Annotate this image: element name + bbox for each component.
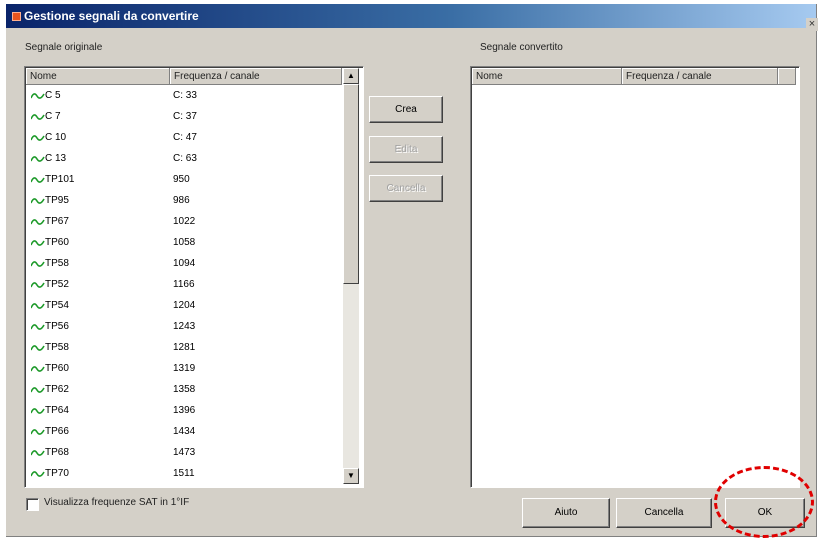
- scroll-thumb[interactable]: [343, 84, 359, 284]
- list-item[interactable]: TP66 1434: [27, 423, 341, 441]
- column-header-name[interactable]: Nome: [26, 68, 170, 85]
- signal-frequency: 1473: [173, 447, 196, 458]
- list-item[interactable]: TP64 1396: [27, 402, 341, 420]
- signal-frequency: 1204: [173, 300, 196, 311]
- signal-name: TP64: [45, 405, 69, 416]
- signal-name: TP67: [45, 216, 69, 227]
- column-header-frequency[interactable]: Frequenza / canale: [170, 68, 342, 85]
- dialog-window: Gestione segnali da convertire × Segnale…: [6, 4, 818, 537]
- signal-name: TP58: [45, 258, 69, 269]
- column-header-filler: [778, 68, 796, 85]
- signal-name: C 10: [45, 132, 67, 143]
- ok-button[interactable]: OK: [725, 498, 805, 528]
- signal-frequency: C: 47: [173, 132, 197, 143]
- scroll-up-button[interactable]: ▲: [343, 68, 359, 84]
- vertical-scrollbar[interactable]: ▲ ▼: [343, 68, 359, 484]
- signal-frequency: 1166: [173, 279, 195, 290]
- cancel-button[interactable]: Cancella: [616, 498, 712, 528]
- list-item[interactable]: TP56 1243: [27, 318, 341, 336]
- list-item[interactable]: TP70 1511: [27, 465, 341, 483]
- signal-name: TP52: [45, 279, 69, 290]
- delete-button[interactable]: Cancella: [369, 175, 443, 202]
- signal-name: TP54: [45, 300, 69, 311]
- sat-frequency-label: Visualizza frequenze SAT in 1°IF: [44, 497, 190, 508]
- signal-name: TP62: [45, 384, 69, 395]
- list-item[interactable]: C 13 C: 63: [27, 150, 341, 168]
- signal-name: TP70: [45, 468, 69, 479]
- list-item[interactable]: TP101 950: [27, 171, 341, 189]
- window-title: Gestione segnali da convertire: [24, 9, 199, 23]
- signal-frequency: 1281: [173, 342, 196, 353]
- signal-frequency: 1511: [173, 468, 195, 479]
- help-button[interactable]: Aiuto: [522, 498, 610, 528]
- close-button[interactable]: ×: [806, 18, 818, 31]
- sat-frequency-checkbox[interactable]: [26, 498, 39, 511]
- signal-name: C 13: [45, 153, 67, 164]
- converted-signal-label: Segnale convertito: [480, 42, 563, 53]
- signal-frequency: 1358: [173, 384, 196, 395]
- list-item[interactable]: TP58 1094: [27, 255, 341, 273]
- create-button[interactable]: Crea: [369, 96, 443, 123]
- list-item[interactable]: TP58 1281: [27, 339, 341, 357]
- signal-frequency: C: 37: [173, 111, 197, 122]
- signal-name: TP58: [45, 342, 69, 353]
- signal-name: TP66: [45, 426, 69, 437]
- signal-name: TP68: [45, 447, 69, 458]
- list-item[interactable]: C 7 C: 37: [27, 108, 341, 126]
- list-item[interactable]: TP60 1058: [27, 234, 341, 252]
- column-header-frequency[interactable]: Frequenza / canale: [622, 68, 778, 85]
- signal-name: TP60: [45, 363, 69, 374]
- list-item[interactable]: C 10 C: 47: [27, 129, 341, 147]
- list-item[interactable]: TP60 1319: [27, 360, 341, 378]
- signal-frequency: 986: [173, 195, 190, 206]
- list-item[interactable]: TP62 1358: [27, 381, 341, 399]
- signal-frequency: C: 63: [173, 153, 197, 164]
- list-item[interactable]: TP54 1204: [27, 297, 341, 315]
- signal-frequency: 1434: [173, 426, 196, 437]
- list-item[interactable]: TP68 1473: [27, 444, 341, 462]
- column-header-name[interactable]: Nome: [472, 68, 622, 85]
- signal-frequency: 950: [173, 174, 190, 185]
- original-signal-label: Segnale originale: [25, 42, 103, 53]
- signal-frequency: 1058: [173, 237, 196, 248]
- signal-frequency: 1396: [173, 405, 196, 416]
- title-bar: Gestione segnali da convertire: [6, 4, 816, 28]
- list-item[interactable]: TP67 1022: [27, 213, 341, 231]
- signal-name: TP101: [45, 174, 75, 185]
- signal-name: TP56: [45, 321, 69, 332]
- signal-frequency: 1319: [173, 363, 196, 374]
- app-icon: [12, 12, 21, 21]
- signal-frequency: C: 33: [173, 90, 197, 101]
- original-signal-list[interactable]: Nome Frequenza / canale C 5 C: 33 C 7 C: 37…: [24, 66, 364, 488]
- signal-frequency: 1094: [173, 258, 196, 269]
- signal-frequency: 1022: [173, 216, 196, 227]
- list-item[interactable]: C 5 C: 33: [27, 87, 341, 105]
- signal-name: C 5: [45, 90, 61, 101]
- list-item[interactable]: TP52 1166: [27, 276, 341, 294]
- signal-name: C 7: [45, 111, 61, 122]
- signal-frequency: 1243: [173, 321, 196, 332]
- scroll-down-button[interactable]: ▼: [343, 468, 359, 484]
- list-item[interactable]: TP95 986: [27, 192, 341, 210]
- signal-name: TP95: [45, 195, 69, 206]
- signal-name: TP60: [45, 237, 69, 248]
- edit-button[interactable]: Edita: [369, 136, 443, 163]
- converted-signal-list[interactable]: Nome Frequenza / canale: [470, 66, 800, 488]
